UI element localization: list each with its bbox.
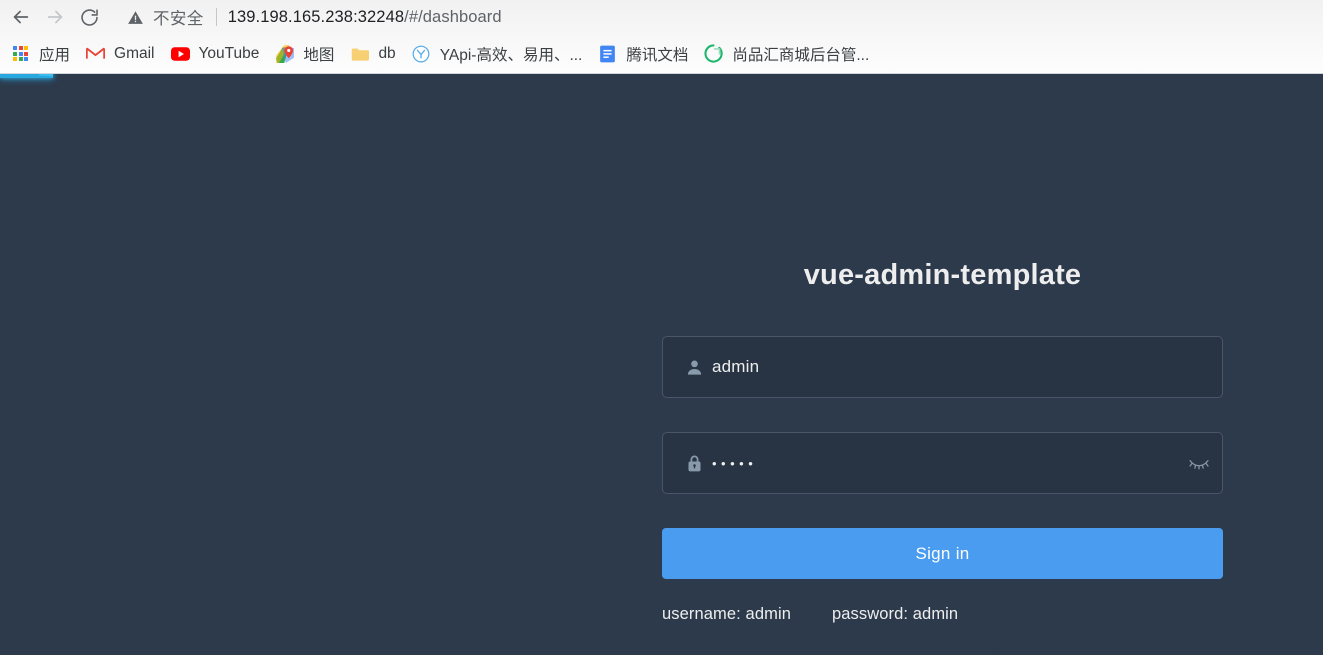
forward-button[interactable] xyxy=(38,2,72,32)
hint-spacer xyxy=(791,605,832,624)
bookmark-label: YApi-高效、易用、... xyxy=(439,46,583,64)
bookmark-youtube[interactable]: YouTube xyxy=(163,40,268,68)
bookmark-yapi[interactable]: YApi-高效、易用、... xyxy=(404,40,591,68)
browser-toolbar: 不安全 139.198.165.238:32248/#/dashboard xyxy=(0,0,1323,34)
tencent-docs-icon xyxy=(598,44,617,63)
gmail-icon xyxy=(86,44,106,63)
hint-password: password: admin xyxy=(831,605,959,623)
shangpinhui-icon xyxy=(704,44,724,63)
hint-username: username: admin xyxy=(662,605,791,623)
page-title: vue-admin-template xyxy=(803,259,1082,291)
username-input[interactable] xyxy=(709,337,1222,397)
credentials-hint: username: admin password: admin xyxy=(662,605,1223,624)
progress-peg xyxy=(38,74,54,77)
username-field-wrapper[interactable] xyxy=(662,336,1223,398)
back-arrow-icon xyxy=(13,10,29,24)
browser-chrome: 不安全 139.198.165.238:32248/#/dashboard 应用 xyxy=(0,0,1323,74)
yapi-icon xyxy=(412,44,431,63)
url-host: 139.198.165.238:32248 xyxy=(227,7,405,26)
back-button[interactable] xyxy=(4,2,38,32)
bookmark-gmail[interactable]: Gmail xyxy=(78,40,162,68)
reload-button[interactable] xyxy=(72,2,106,32)
apps-grid-icon xyxy=(11,44,30,63)
password-masked-value: ••••• xyxy=(712,455,758,471)
bookmark-label: db xyxy=(378,44,396,62)
login-form: vue-admin-template ••••• xyxy=(662,259,1223,624)
bookmarks-bar: 应用 Gmail YouTube 地图 db YApi-高效、易用、... 腾讯… xyxy=(0,34,1323,73)
bookmark-label: YouTube xyxy=(198,44,260,62)
omnibox-separator xyxy=(215,8,217,26)
lock-icon xyxy=(679,453,709,473)
login-page: vue-admin-template ••••• xyxy=(0,74,1323,655)
bookmark-shangpinhui[interactable]: 尚品汇商城后台管... xyxy=(696,40,877,68)
bookmark-apps[interactable]: 应用 xyxy=(3,40,78,68)
address-bar[interactable]: 不安全 139.198.165.238:32248/#/dashboard xyxy=(126,2,1323,32)
bookmark-db[interactable]: db xyxy=(342,40,403,68)
bookmark-maps[interactable]: 地图 xyxy=(267,40,342,68)
youtube-icon xyxy=(170,44,190,63)
url-path: /#/dashboard xyxy=(404,7,502,26)
bookmark-label: 尚品汇商城后台管... xyxy=(732,46,870,64)
eye-off-icon[interactable] xyxy=(1176,433,1222,493)
bookmark-label: 地图 xyxy=(303,46,335,64)
user-icon xyxy=(679,358,709,377)
password-field-wrapper[interactable]: ••••• xyxy=(662,432,1223,494)
url-text: 139.198.165.238:32248/#/dashboard xyxy=(228,8,502,27)
page-loading-progress-bar xyxy=(0,74,54,78)
bookmark-label: Gmail xyxy=(114,44,155,62)
sign-in-button[interactable]: Sign in xyxy=(662,528,1223,579)
bookmark-label: 腾讯文档 xyxy=(626,46,689,64)
reload-icon xyxy=(80,8,98,26)
security-status-text: 不安全 xyxy=(153,10,204,28)
google-maps-icon xyxy=(275,44,294,63)
bookmark-label: 应用 xyxy=(39,46,71,64)
folder-icon xyxy=(350,44,369,63)
bookmark-tencent-docs[interactable]: 腾讯文档 xyxy=(590,40,696,68)
warning-triangle-icon xyxy=(126,8,144,26)
forward-arrow-icon xyxy=(47,10,63,24)
